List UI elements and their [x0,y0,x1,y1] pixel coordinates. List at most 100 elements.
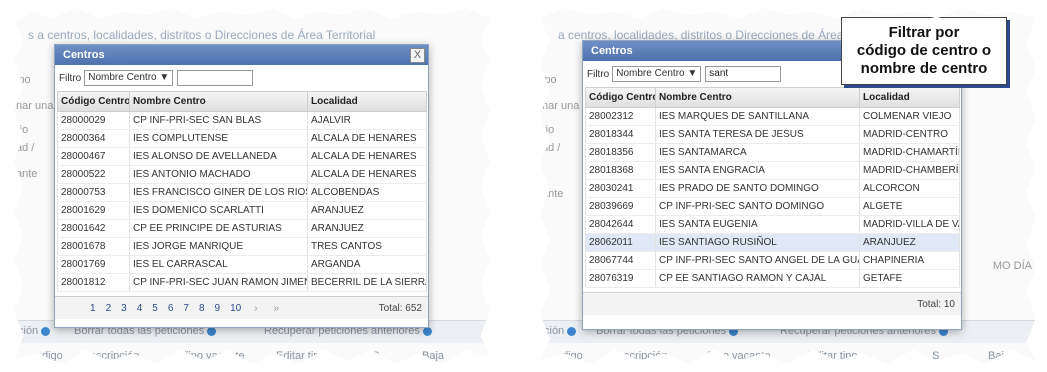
cell-codigo: 28000467 [57,147,130,166]
column-header-nombre[interactable]: Nombre Centro [655,87,860,108]
bg-label-vacante: ante [542,188,564,200]
table-header-row: Código Centro Nombre Centro Localidad [585,87,960,108]
right-screenshot-panel: a centros, localidades, distritos o Dire… [540,8,1036,364]
table-row[interactable]: 28002312 IES MARQUES DE SANTILLANA COLMENA… [585,107,960,126]
cell-localidad: CHAPINERIA [859,251,960,270]
cell-nombre: IES SANTA ENGRACIA [655,161,860,180]
bg-col-codigo: digo [42,350,63,362]
cell-localidad: AJALVIR [307,111,427,130]
cell-nombre: IES SANTA EUGENIA [655,215,860,234]
page-link-10[interactable]: 10 [230,303,241,314]
cell-localidad: ALCALA DE HENARES [307,165,427,184]
table-row[interactable]: 28001629 IES DOMENICO SCARLATTI ARANJUEZ [57,201,427,220]
centros-table: Código Centro Nombre Centro Localidad 28… [57,91,427,292]
cell-localidad: BECERRIL DE LA SIERRA [307,273,427,292]
page-link-5[interactable]: 5 [152,303,158,314]
last-page-icon[interactable]: » [274,303,280,314]
column-header-codigo[interactable]: Código Centro [57,91,130,112]
table-row[interactable]: 28018356 IES SANTAMARCA MADRID-CHAMARTÍN [585,143,960,162]
bg-col-s: S [372,350,380,362]
dialog-title: Centros [591,45,633,57]
bg-peticion-label[interactable]: ción [544,325,577,337]
bg-label-seleccionar: nar una [542,100,580,112]
page-link-1[interactable]: 1 [90,303,96,314]
filter-label: Filtro [587,68,610,80]
add-icon [41,326,51,336]
bg-label-mo-dia: MO DÍA [992,260,1032,272]
cell-nombre: IES JORGE MANRIQUE [129,237,308,256]
table-row[interactable]: 28018344 IES SANTA TERESA DE JESUS MADRID-… [585,125,960,144]
page-link-3[interactable]: 3 [121,303,127,314]
cell-codigo: 28001812 [57,273,130,292]
page-link-4[interactable]: 4 [137,303,143,314]
callout-line-3: nombre de centro [860,60,988,77]
table-row[interactable]: 28076319 CP EE SANTIAGO RAMON Y CAJAL GETA… [585,269,960,288]
filter-field-select[interactable]: Nombre Centro ▼ [612,66,702,82]
bg-label-tipo: ipo [16,74,31,86]
cell-codigo: 28000753 [57,183,130,202]
cell-localidad: TRES CANTOS [307,237,427,256]
page-link-8[interactable]: 8 [199,303,205,314]
table-row[interactable]: 28000753 IES FRANCISCO GINER DE LOS RIOS A… [57,183,427,202]
table-row-selected[interactable]: 28062011 IES SANTIAGO RUSIÑOL ARANJUEZ [585,233,960,252]
page-link-2[interactable]: 2 [106,303,112,314]
page-link-6[interactable]: 6 [168,303,174,314]
column-header-codigo[interactable]: Código Centro [585,87,656,108]
table-row[interactable]: 28001642 CP EE PRINCIPE DE ASTURIAS ARANJU… [57,219,427,238]
column-header-localidad[interactable]: Localidad [859,87,960,108]
bg-col-baja: Baja [988,350,1011,362]
table-row[interactable]: 28000029 CP INF-PRI-SEC SAN BLAS AJALVIR [57,111,427,130]
add-icon [567,326,577,336]
cell-nombre: IES ANTONIO MACHADO [129,165,308,184]
column-header-localidad[interactable]: Localidad [307,91,427,112]
cell-nombre: IES ALONSO DE AVELLANEDA [129,147,308,166]
dialog-title: Centros [63,49,105,61]
table-row[interactable]: 28001812 CP INF-PRI-SEC JUAN RAMON JIMENE… [57,273,427,292]
centros-dialog: Centros X Filtro Nombre Centro ▼ Código … [54,44,429,328]
table-row[interactable]: 28001678 IES JORGE MANRIQUE TRES CANTOS [57,237,427,256]
dialog-header: Centros X [55,45,428,65]
filter-input[interactable] [177,70,254,86]
next-page-icon[interactable]: › [254,303,257,314]
cell-codigo: 28002312 [585,107,656,126]
cell-nombre: CP INF-PRI-SEC SANTO ANGEL DE LA GUARDA [655,251,860,270]
cell-localidad: ARANJUEZ [307,219,427,238]
cell-codigo: 28018344 [585,125,656,144]
table-row[interactable]: 28001769 IES EL CARRASCAL ARGANDA [57,255,427,274]
cell-nombre: CP EE SANTIAGO RAMON Y CAJAL [655,269,860,288]
cell-localidad: ALGETE [859,197,960,216]
table-row[interactable]: 28067744 CP INF-PRI-SEC SANTO ANGEL DE LA… [585,251,960,270]
callout-line-2: código de centro o [856,42,992,59]
table-row[interactable]: 28018368 IES SANTA ENGRACIA MADRID-CHAMBER… [585,161,960,180]
column-header-nombre[interactable]: Nombre Centro [129,91,308,112]
close-icon[interactable]: X [410,48,425,63]
table-row[interactable]: 28030241 IES PRADO DE SANTO DOMINGO ALCORC… [585,179,960,198]
table-row[interactable]: 28000467 IES ALONSO DE AVELLANEDA ALCALA D… [57,147,427,166]
page-link-9[interactable]: 9 [215,303,221,314]
table-row[interactable]: 28042644 IES SANTA EUGENIA MADRID-VILLA DE… [585,215,960,234]
page-link-7[interactable]: 7 [183,303,189,314]
table-row[interactable]: 28000522 IES ANTONIO MACHADO ALCALA DE HEN… [57,165,427,184]
table-row[interactable]: 28039669 CP INF-PRI-SEC SANTO DOMINGO ALGE… [585,197,960,216]
cell-nombre: IES SANTAMARCA [655,143,860,162]
filter-field-select[interactable]: Nombre Centro ▼ [84,70,174,86]
cell-localidad: MADRID-VILLA DE VALLECAS [859,215,960,234]
cell-nombre: IES EL CARRASCAL [129,255,308,274]
bg-label-centro: rio [542,124,555,136]
pagination-bar: 1 2 3 4 5 6 7 8 9 10 › » Total: 652 [55,296,428,319]
cell-nombre: IES DOMENICO SCARLATTI [129,201,308,220]
table-header-row: Código Centro Nombre Centro Localidad [57,91,427,112]
filter-input[interactable] [705,66,782,82]
cell-codigo: 28062011 [585,233,656,252]
bg-col-codigo: digo [562,350,583,362]
cell-localidad: ARGANDA [307,255,427,274]
bg-col-editar: Editar tipo [276,350,326,362]
cell-localidad: COLMENAR VIEJO [859,107,960,126]
cell-nombre: IES SANTA TERESA DE JESUS [655,125,860,144]
cell-localidad: MADRID-CHAMBERÍ [859,161,960,180]
cell-nombre: CP EE PRINCIPE DE ASTURIAS [129,219,308,238]
bg-col-descripcion: Descripción [82,350,140,362]
table-row[interactable]: 28000364 IES COMPLUTENSE ALCALA DE HENARES [57,129,427,148]
cell-codigo: 28042644 [585,215,656,234]
bg-peticion-label[interactable]: ción [18,325,51,337]
